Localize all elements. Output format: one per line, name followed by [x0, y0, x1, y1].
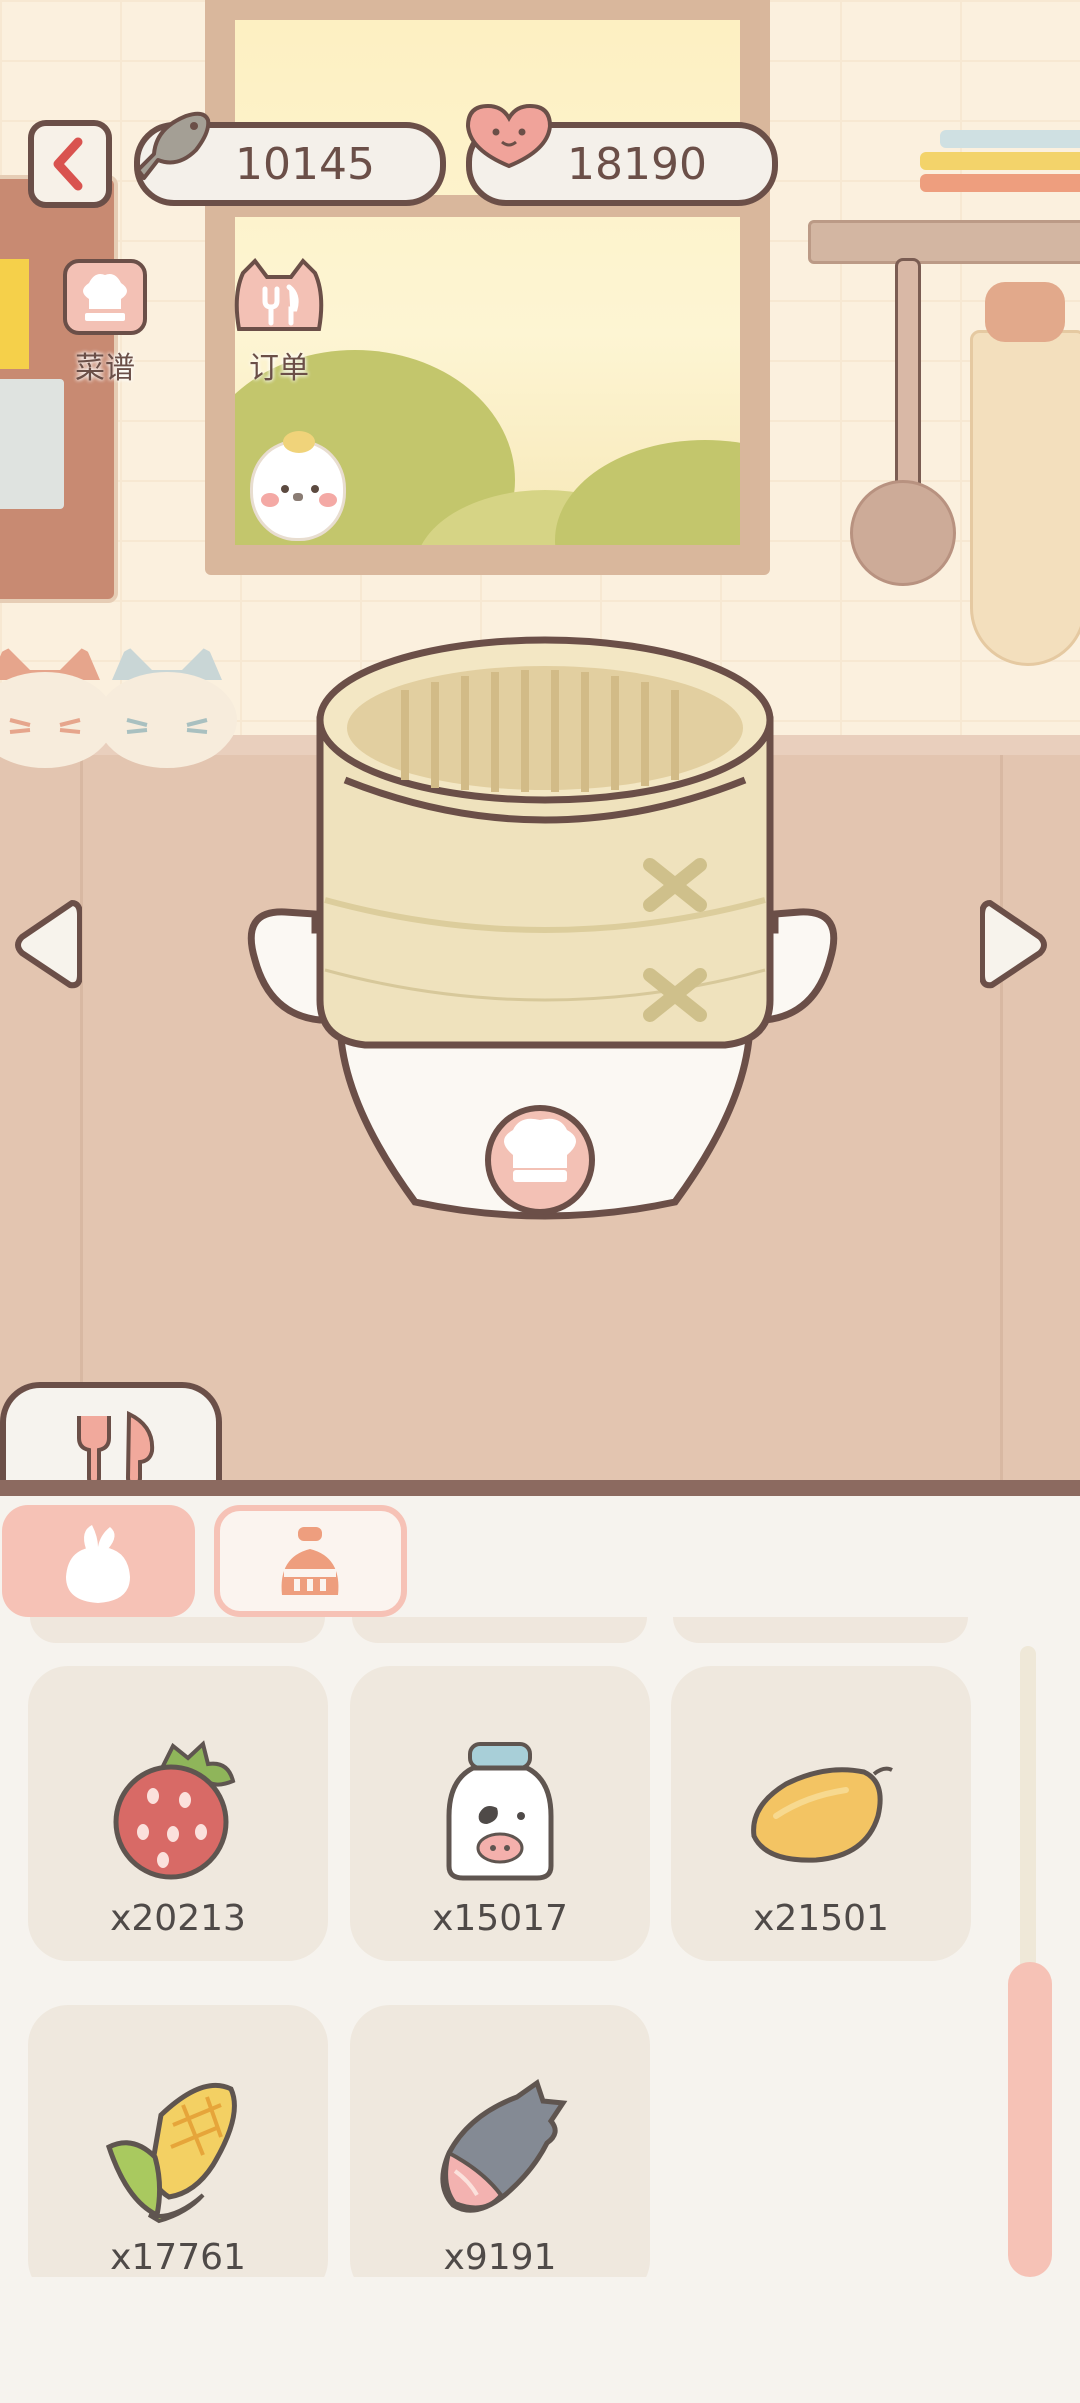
seasoning-jar-icon: [281, 1527, 339, 1595]
cat-jar-blue: [97, 645, 237, 768]
recipes-label: 菜谱: [75, 351, 135, 386]
ingredient-slot[interactable]: x20213: [28, 1666, 328, 1961]
corn-icon: [105, 2082, 237, 2224]
ingredients-tab[interactable]: [2, 1505, 195, 1617]
stacked-towels: [920, 130, 1080, 220]
wall-shelf: [808, 220, 1080, 264]
item-count: x20213: [110, 1898, 246, 1939]
item-count: x9191: [443, 2237, 557, 2278]
chevron-left-icon: [53, 137, 83, 191]
next-arrow-button[interactable]: [980, 895, 1052, 995]
mango-icon: [751, 1766, 893, 1863]
radish-icon: [66, 1525, 130, 1603]
fork-knife-icon: [77, 1410, 155, 1486]
cat-utensils-icon: [234, 257, 324, 331]
fish-count: 10145: [235, 138, 375, 190]
chick-character[interactable]: [250, 431, 346, 541]
orders-label: 订单: [249, 351, 309, 386]
fish-steak-icon: [440, 2079, 568, 2213]
item-count: x15017: [432, 1898, 568, 1939]
previous-arrow-button[interactable]: [10, 895, 82, 995]
seasonings-tab[interactable]: [214, 1505, 407, 1617]
hanging-towel: [970, 330, 1080, 666]
strawberry-icon: [113, 1740, 236, 1880]
ingredient-slot[interactable]: x17761: [28, 2005, 328, 2300]
milk-bottle-icon: [446, 1742, 554, 1881]
fish-icon: [136, 111, 211, 180]
ingredient-slot[interactable]: x21501: [671, 1666, 971, 1961]
orders-button[interactable]: 订单: [224, 255, 334, 387]
chef-hat-icon: [63, 259, 147, 335]
kitchen-scene: [0, 0, 1080, 1490]
back-button[interactable]: [28, 120, 112, 208]
utensils-tab[interactable]: [0, 1382, 222, 1490]
ingredient-slot[interactable]: x9191: [350, 2005, 650, 2300]
item-count: x17761: [110, 2237, 246, 2278]
scrollbar-thumb[interactable]: [1008, 1962, 1052, 2277]
recipes-button[interactable]: 菜谱: [50, 255, 160, 387]
ingredient-slot[interactable]: x15017: [350, 1666, 650, 1961]
cork-board: [0, 175, 118, 603]
bamboo-steamer[interactable]: [245, 620, 845, 1220]
heart-count: 18190: [567, 138, 707, 190]
item-count: x21501: [753, 1898, 889, 1939]
heart-icon: [465, 103, 553, 169]
